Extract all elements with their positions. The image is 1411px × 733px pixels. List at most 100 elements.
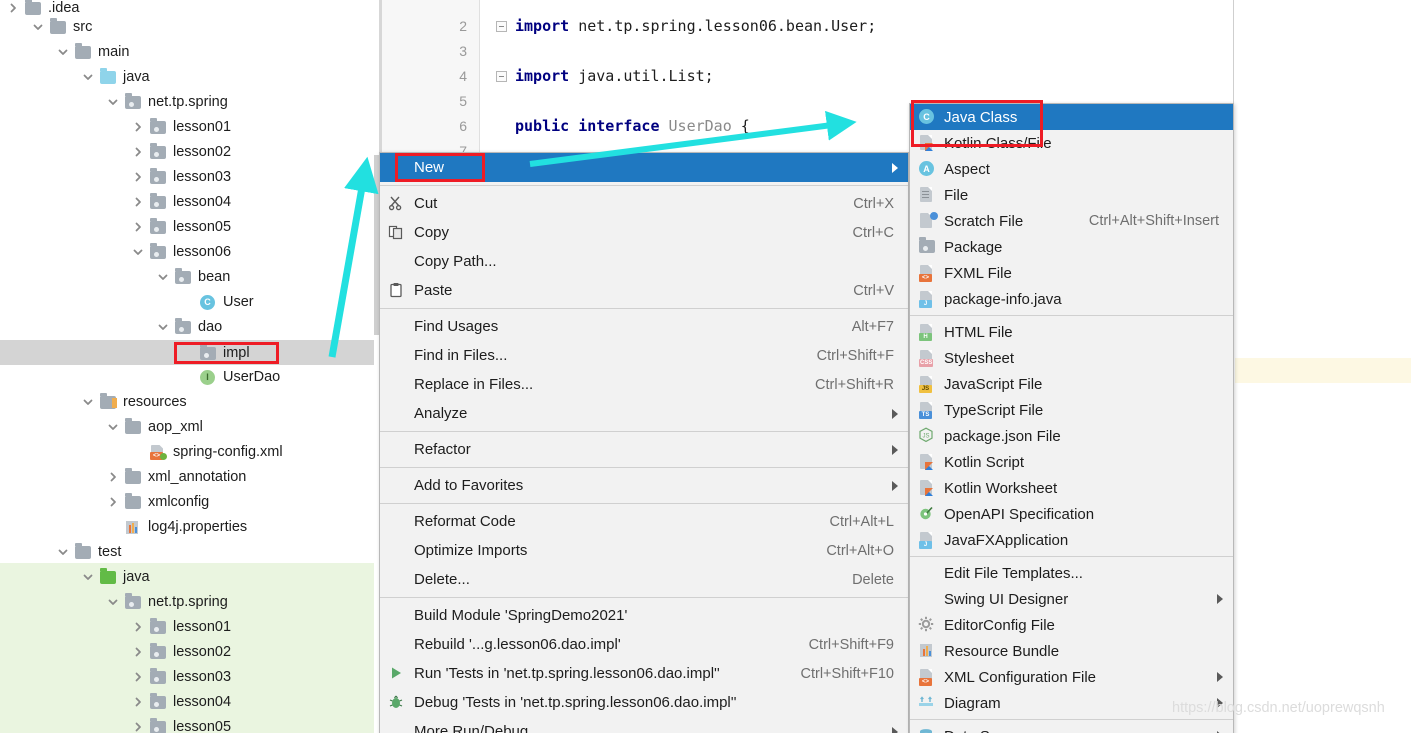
menu-item-java-class[interactable]: C Java Class [910, 104, 1233, 130]
tree-item-impl[interactable]: impl [0, 340, 379, 365]
chevron-down-icon[interactable] [56, 545, 70, 559]
chevron-right-icon[interactable] [131, 195, 145, 209]
menu-item-fxml-file[interactable]: <> FXML File [910, 260, 1233, 286]
tree-item-java[interactable]: java [0, 64, 379, 89]
chevron-right-icon[interactable] [106, 470, 120, 484]
chevron-right-icon[interactable] [106, 495, 120, 509]
menu-item-aspect[interactable]: A Aspect [910, 156, 1233, 182]
menu-item-replace-in-files[interactable]: Replace in Files... Ctrl+Shift+R [380, 370, 908, 399]
tree-item-lesson05[interactable]: lesson05 [0, 714, 379, 733]
chevron-down-icon[interactable] [81, 395, 95, 409]
tree-item-userdao[interactable]: I UserDao [0, 364, 379, 389]
chevron-right-icon[interactable] [131, 120, 145, 134]
menu-item-javafxapplication[interactable]: J JavaFXApplication [910, 527, 1233, 553]
menu-item-build-module-springdemo2021[interactable]: Build Module 'SpringDemo2021' [380, 601, 908, 630]
tree-item-user[interactable]: C User [0, 289, 379, 314]
code-fold-icon[interactable] [496, 71, 507, 82]
chevron-right-icon[interactable] [131, 145, 145, 159]
chevron-down-icon[interactable] [106, 595, 120, 609]
menu-item-find-usages[interactable]: Find Usages Alt+F7 [380, 312, 908, 341]
menu-item-file[interactable]: File [910, 182, 1233, 208]
menu-item-stylesheet[interactable]: CSS Stylesheet [910, 345, 1233, 371]
chevron-right-icon[interactable] [131, 720, 145, 733]
chevron-right-icon[interactable] [6, 1, 20, 15]
tree-item-test[interactable]: test [0, 539, 379, 564]
chevron-down-icon[interactable] [106, 95, 120, 109]
menu-item-copy-path[interactable]: Copy Path... [380, 247, 908, 276]
menu-item-new[interactable]: New [380, 153, 908, 182]
menu-item-kotlin-script[interactable]: Kotlin Script [910, 449, 1233, 475]
menu-item-rebuild-g-lesson06-dao-impl[interactable]: Rebuild '...g.lesson06.dao.impl' Ctrl+Shi… [380, 630, 908, 659]
menu-item-kotlin-class-file[interactable]: Kotlin Class/File [910, 130, 1233, 156]
menu-item-scratch-file[interactable]: Scratch File Ctrl+Alt+Shift+Insert [910, 208, 1233, 234]
tree-item-spring-config-xml[interactable]: <> spring-config.xml [0, 439, 379, 464]
project-tool-window[interactable]: .idea src main java net.tp.spring lesson01 les… [0, 0, 379, 733]
tree-item-java[interactable]: java [0, 564, 379, 589]
chevron-right-icon[interactable] [131, 645, 145, 659]
tree-item-xmlconfig[interactable]: xmlconfig [0, 489, 379, 514]
tree-item-net-tp-spring[interactable]: net.tp.spring [0, 89, 379, 114]
chevron-down-icon[interactable] [81, 70, 95, 84]
code-fold-icon[interactable] [496, 21, 507, 32]
menu-item-package-json-file[interactable]: JS package.json File [910, 423, 1233, 449]
menu-item-debug-tests-in-net-tp-spring-lesson06-dao-impl[interactable]: Debug 'Tests in 'net.tp.spring.lesson06.… [380, 688, 908, 717]
tree-item-lesson04[interactable]: lesson04 [0, 689, 379, 714]
chevron-down-icon[interactable] [56, 45, 70, 59]
tree-item-lesson01[interactable]: lesson01 [0, 114, 379, 139]
menu-item-package-info-java[interactable]: Jpackage-info.java [910, 286, 1233, 312]
tree-item-aop-xml[interactable]: aop_xml [0, 414, 379, 439]
new-submenu[interactable]: C Java Class Kotlin Class/File A Aspect File S… [909, 103, 1234, 733]
project-context-menu[interactable]: New Cut Ctrl+X Copy Ctrl+C Copy Path... Paste C… [379, 152, 909, 733]
chevron-right-icon[interactable] [131, 695, 145, 709]
chevron-right-icon[interactable] [131, 170, 145, 184]
tree-item-src[interactable]: src [0, 14, 379, 39]
menu-item-openapi-specification[interactable]: OpenAPI Specification [910, 501, 1233, 527]
chevron-right-icon[interactable] [131, 620, 145, 634]
menu-item-xml-configuration-file[interactable]: <> XML Configuration File [910, 664, 1233, 690]
tree-item-resources[interactable]: resources [0, 389, 379, 414]
tree-item-main[interactable]: main [0, 39, 379, 64]
menu-item-find-in-files[interactable]: Find in Files... Ctrl+Shift+F [380, 341, 908, 370]
tree-item-lesson02[interactable]: lesson02 [0, 139, 379, 164]
menu-item-kotlin-worksheet[interactable]: Kotlin Worksheet [910, 475, 1233, 501]
tree-item-lesson03[interactable]: lesson03 [0, 164, 379, 189]
menu-item-package[interactable]: Package [910, 234, 1233, 260]
tree-item-lesson04[interactable]: lesson04 [0, 189, 379, 214]
menu-item-edit-file-templates[interactable]: Edit File Templates... [910, 560, 1233, 586]
menu-item-swing-ui-designer[interactable]: Swing UI Designer [910, 586, 1233, 612]
tree-item-dao[interactable]: dao [0, 314, 379, 339]
menu-item-analyze[interactable]: Analyze [380, 399, 908, 428]
menu-item-typescript-file[interactable]: TS TypeScript File [910, 397, 1233, 423]
menu-item-delete[interactable]: Delete... Delete [380, 565, 908, 594]
chevron-down-icon[interactable] [31, 20, 45, 34]
chevron-down-icon[interactable] [156, 270, 170, 284]
menu-item-data-source[interactable]: Data Source [910, 723, 1233, 733]
menu-item-more-run-debug[interactable]: More Run/Debug [380, 717, 908, 733]
chevron-down-icon[interactable] [131, 245, 145, 259]
tree-item-log4j-properties[interactable]: log4j.properties [0, 514, 379, 539]
chevron-right-icon[interactable] [131, 220, 145, 234]
tree-item-net-tp-spring[interactable]: net.tp.spring [0, 589, 379, 614]
tree-item-lesson05[interactable]: lesson05 [0, 214, 379, 239]
menu-item-resource-bundle[interactable]: Resource Bundle [910, 638, 1233, 664]
menu-item-cut[interactable]: Cut Ctrl+X [380, 189, 908, 218]
chevron-down-icon[interactable] [156, 320, 170, 334]
menu-item-optimize-imports[interactable]: Optimize Imports Ctrl+Alt+O [380, 536, 908, 565]
tree-item-xml-annotation[interactable]: xml_annotation [0, 464, 379, 489]
menu-item-javascript-file[interactable]: JS JavaScript File [910, 371, 1233, 397]
tree-item-lesson02[interactable]: lesson02 [0, 639, 379, 664]
tree-item-bean[interactable]: bean [0, 264, 379, 289]
menu-item-run-tests-in-net-tp-spring-lesson06-dao-impl[interactable]: Run 'Tests in 'net.tp.spring.lesson06.da… [380, 659, 908, 688]
chevron-right-icon[interactable] [131, 670, 145, 684]
tree-item-lesson03[interactable]: lesson03 [0, 664, 379, 689]
tree-item-lesson01[interactable]: lesson01 [0, 614, 379, 639]
menu-item-add-to-favorites[interactable]: Add to Favorites [380, 471, 908, 500]
menu-item-paste[interactable]: Paste Ctrl+V [380, 276, 908, 305]
menu-item-html-file[interactable]: H HTML File [910, 319, 1233, 345]
menu-item-copy[interactable]: Copy Ctrl+C [380, 218, 908, 247]
menu-item-editorconfig-file[interactable]: EditorConfig File [910, 612, 1233, 638]
chevron-down-icon[interactable] [106, 420, 120, 434]
tree-item-lesson06[interactable]: lesson06 [0, 239, 379, 264]
menu-item-refactor[interactable]: Refactor [380, 435, 908, 464]
menu-item-reformat-code[interactable]: Reformat Code Ctrl+Alt+L [380, 507, 908, 536]
